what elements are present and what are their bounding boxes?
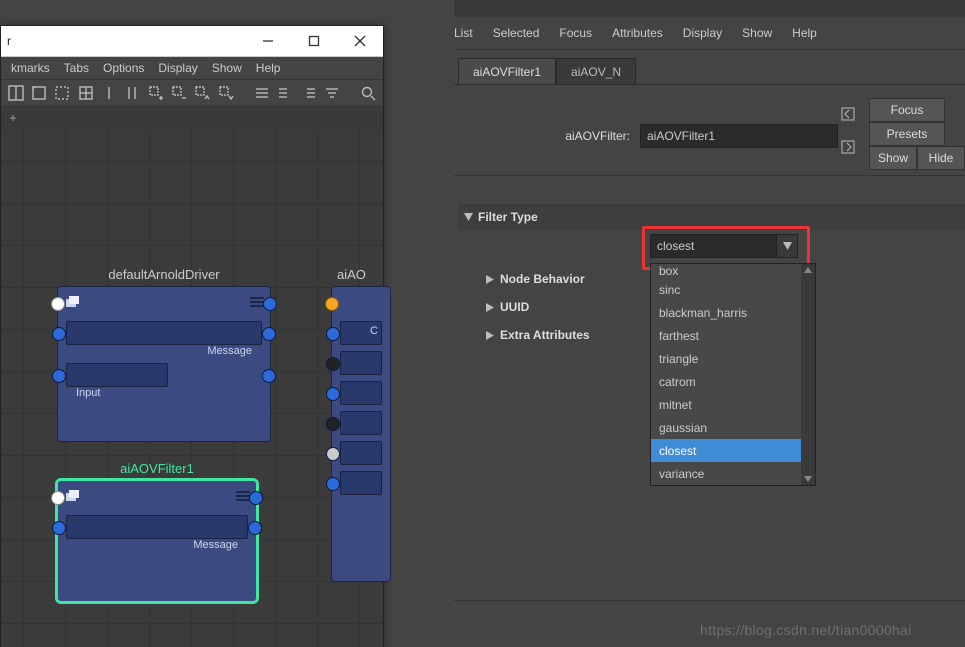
- option-blackman-harris[interactable]: blackman_harris: [651, 301, 815, 324]
- option-sinc[interactable]: sinc: [651, 278, 815, 301]
- port-message-in[interactable]: [52, 327, 66, 341]
- option-triangle[interactable]: triangle: [651, 347, 815, 370]
- sel-add-icon[interactable]: [147, 83, 164, 103]
- fit-icon[interactable]: [30, 83, 47, 103]
- option-box[interactable]: box: [651, 264, 815, 278]
- port-in[interactable]: [325, 297, 339, 311]
- stack-icon: [64, 293, 82, 311]
- menu-selected[interactable]: Selected: [493, 26, 540, 40]
- list-d-icon[interactable]: [323, 83, 340, 103]
- port-slot[interactable]: [326, 387, 340, 401]
- stack-icon: [64, 487, 82, 505]
- focus-button[interactable]: Focus: [869, 98, 945, 122]
- option-catrom[interactable]: catrom: [651, 370, 815, 393]
- options-scrollbar[interactable]: [801, 264, 815, 485]
- menu-focus[interactable]: Focus: [559, 26, 592, 40]
- editor-tabstrip: +: [1, 107, 383, 129]
- menu-display[interactable]: Display: [683, 26, 722, 40]
- filter-type-dropdown[interactable]: closest: [650, 234, 798, 258]
- sel-down-icon[interactable]: [217, 83, 234, 103]
- port-message-out[interactable]: [262, 327, 276, 341]
- node-aiaov[interactable]: aiAO C: [331, 267, 391, 582]
- menu-show[interactable]: Show: [212, 61, 242, 75]
- port-slot[interactable]: [326, 417, 340, 431]
- maximize-icon[interactable]: [291, 26, 337, 56]
- node-defaultarnolddriver[interactable]: defaultArnoldDriver Message: [57, 267, 271, 442]
- option-mitnet[interactable]: mitnet: [651, 393, 815, 416]
- node-editor-window: r kmarks Tabs Options Display Show Help: [0, 25, 384, 647]
- layout-icon[interactable]: [7, 83, 24, 103]
- toggle-b-icon[interactable]: [124, 83, 141, 103]
- port-input-in[interactable]: [52, 369, 66, 383]
- port-out[interactable]: [263, 297, 277, 311]
- menu-show[interactable]: Show: [742, 26, 772, 40]
- port-in[interactable]: [51, 297, 65, 311]
- add-tab-icon[interactable]: +: [1, 107, 25, 129]
- port-slot[interactable]: [326, 477, 340, 491]
- port-slot[interactable]: [326, 447, 340, 461]
- filter-type-options[interactable]: box sinc blackman_harris farthest triang…: [650, 263, 816, 486]
- close-icon[interactable]: [337, 26, 383, 56]
- node-aiaovfilter1[interactable]: aiAOVFilter1 Message: [57, 461, 257, 602]
- tab-aiaovfilter1[interactable]: aiAOVFilter1: [458, 58, 556, 85]
- menu-bookmarks[interactable]: kmarks: [11, 61, 50, 75]
- port-slot[interactable]: [326, 357, 340, 371]
- port-in[interactable]: [51, 491, 65, 505]
- watermark: https://blog.csdn.net/tian0000hai: [700, 622, 912, 638]
- port-slot-in[interactable]: [326, 327, 340, 341]
- tab-aiaov-n[interactable]: aiAOV_N: [556, 58, 636, 85]
- editor-toolbar: [1, 79, 383, 107]
- node-tabs: aiAOVFilter1 aiAOV_N: [458, 58, 636, 84]
- menu-attributes[interactable]: Attributes: [612, 26, 663, 40]
- menu-tabs[interactable]: Tabs: [64, 61, 89, 75]
- grip-icon: [236, 489, 250, 503]
- list-b-icon[interactable]: [277, 83, 294, 103]
- io-icons: [829, 98, 869, 164]
- menu-options[interactable]: Options: [103, 61, 144, 75]
- port-input-out[interactable]: [262, 369, 276, 383]
- show-button[interactable]: Show: [869, 146, 917, 170]
- window-titlebar[interactable]: r: [1, 26, 383, 57]
- toggle-a-icon[interactable]: [100, 83, 117, 103]
- port-out[interactable]: [249, 491, 263, 505]
- grip-icon: [250, 295, 264, 309]
- minimize-icon[interactable]: [245, 26, 291, 56]
- attribute-editor-menubar: List Selected Focus Attributes Display S…: [454, 22, 817, 44]
- editor-menubar: kmarks Tabs Options Display Show Help: [1, 57, 383, 79]
- port-message-out[interactable]: [248, 521, 262, 535]
- hide-button[interactable]: Hide: [917, 146, 965, 170]
- list-a-icon[interactable]: [253, 83, 270, 103]
- option-closest[interactable]: closest: [651, 439, 815, 462]
- option-farthest[interactable]: farthest: [651, 324, 815, 347]
- search-icon[interactable]: [360, 83, 377, 103]
- menu-display[interactable]: Display: [158, 61, 197, 75]
- snap-icon[interactable]: [54, 83, 71, 103]
- node-graph[interactable]: defaultArnoldDriver Message: [1, 129, 383, 647]
- sel-remove-icon[interactable]: [170, 83, 187, 103]
- option-variance[interactable]: variance: [651, 462, 815, 485]
- presets-button[interactable]: Presets: [869, 122, 945, 146]
- node-type-label: aiAOVFilter:: [530, 129, 630, 143]
- menu-help[interactable]: Help: [256, 61, 281, 75]
- grid-icon[interactable]: [77, 83, 94, 103]
- menu-help[interactable]: Help: [792, 26, 817, 40]
- port-message-in[interactable]: [52, 521, 66, 535]
- list-c-icon[interactable]: [300, 83, 317, 103]
- section-filter-type[interactable]: Filter Type: [458, 204, 965, 230]
- sel-up-icon[interactable]: [194, 83, 211, 103]
- node-name-input[interactable]: [640, 124, 838, 148]
- menu-list[interactable]: List: [454, 26, 473, 40]
- option-gaussian[interactable]: gaussian: [651, 416, 815, 439]
